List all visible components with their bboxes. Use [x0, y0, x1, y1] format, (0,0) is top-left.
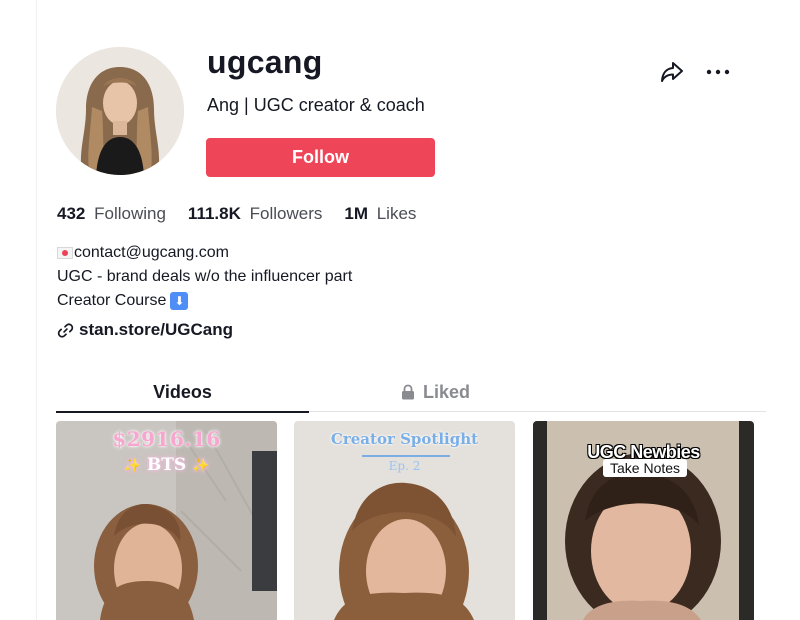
video-caption-subtitle: Take Notes [603, 459, 688, 477]
profile-page: ugcang Ang | UGC creator & coach Follow … [36, 0, 766, 620]
username: ugcang [207, 44, 323, 80]
stat-followers[interactable]: 111.8K Followers [188, 204, 322, 224]
video-caption-title: $2916.16 [112, 427, 221, 451]
stat-likes: 1M Likes [344, 204, 416, 224]
link-icon [57, 322, 74, 338]
video-card[interactable]: Creator Spotlight Ep. 2 [294, 421, 515, 620]
bio-line-course: Creator Course ⬇ [57, 289, 352, 313]
love-letter-emoji-icon [57, 247, 73, 259]
likes-label: Likes [376, 204, 417, 223]
avatar-image [56, 47, 184, 175]
likes-count: 1M [344, 204, 368, 223]
sparkle-icon: ✨ [123, 458, 141, 474]
video-caption-bts: BTS [146, 455, 187, 475]
video-card[interactable]: UGC Newbies Take Notes [533, 421, 754, 620]
profile-link[interactable]: stan.store/UGCang [57, 320, 233, 340]
bio-contact-text: contact@ugcang.com [74, 244, 229, 261]
tab-videos-label: Videos [153, 381, 212, 402]
bio-course-text: Creator Course [57, 292, 167, 309]
avatar[interactable] [56, 47, 184, 175]
profile-stats: 432 Following 111.8K Followers 1M Likes [57, 204, 438, 224]
down-arrow-emoji-icon: ⬇ [170, 292, 189, 310]
video-caption-subtitle: Ep. 2 [388, 459, 421, 473]
profile-tabs: Videos Liked [56, 372, 766, 413]
video-caption-title: Creator Spotlight [330, 430, 479, 448]
bio-tagline-text: UGC - brand deals w/o the influencer par… [57, 268, 353, 285]
video-thumbnail [294, 421, 515, 620]
tab-videos[interactable]: Videos [56, 372, 309, 413]
followers-count: 111.8K [187, 204, 241, 223]
video-grid: $2916.16 ✨ BTS ✨ Creator Spotlight Ep. 2 [56, 421, 766, 620]
video-card[interactable]: $2916.16 ✨ BTS ✨ [56, 421, 277, 620]
profile-link-text: stan.store/UGCang [79, 320, 233, 339]
caption-divider [362, 455, 450, 457]
bio: contact@ugcang.com UGC - brand deals w/o… [57, 241, 352, 313]
sparkle-icon: ✨ [192, 458, 210, 474]
followers-label: Followers [249, 204, 323, 223]
following-label: Following [94, 204, 166, 223]
stat-following[interactable]: 432 Following [57, 204, 166, 224]
follow-button[interactable]: Follow [206, 138, 435, 177]
tab-liked-label: Liked [422, 381, 470, 402]
share-icon[interactable] [658, 58, 686, 86]
bio-line-contact: contact@ugcang.com [57, 241, 352, 265]
more-icon[interactable] [704, 58, 732, 86]
bio-line-tagline: UGC - brand deals w/o the influencer par… [57, 265, 352, 289]
video-caption-subtitle: ✨ BTS ✨ [56, 455, 277, 475]
display-name: Ang | UGC creator & coach [207, 95, 425, 115]
tab-liked[interactable]: Liked [309, 372, 562, 412]
following-count: 432 [57, 204, 86, 223]
lock-icon [401, 384, 414, 400]
